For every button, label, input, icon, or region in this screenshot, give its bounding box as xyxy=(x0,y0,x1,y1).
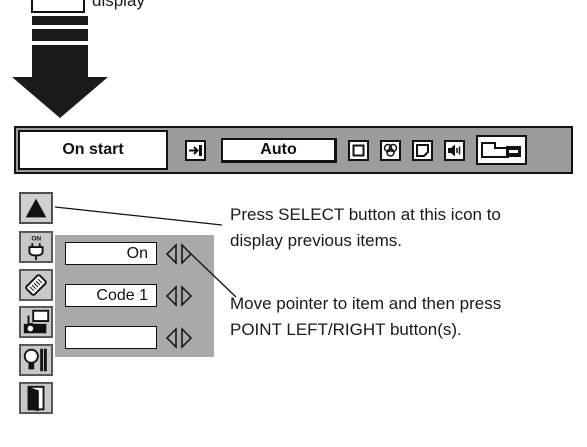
select-instruction-line1: Press SELECT button at this icon to xyxy=(230,205,501,224)
select-instruction-line2: display previous items. xyxy=(230,231,402,250)
pointer-instruction-line2: POINT LEFT/RIGHT button(s). xyxy=(230,320,462,339)
pointer-instruction-line1: Move pointer to item and then press xyxy=(230,294,502,313)
